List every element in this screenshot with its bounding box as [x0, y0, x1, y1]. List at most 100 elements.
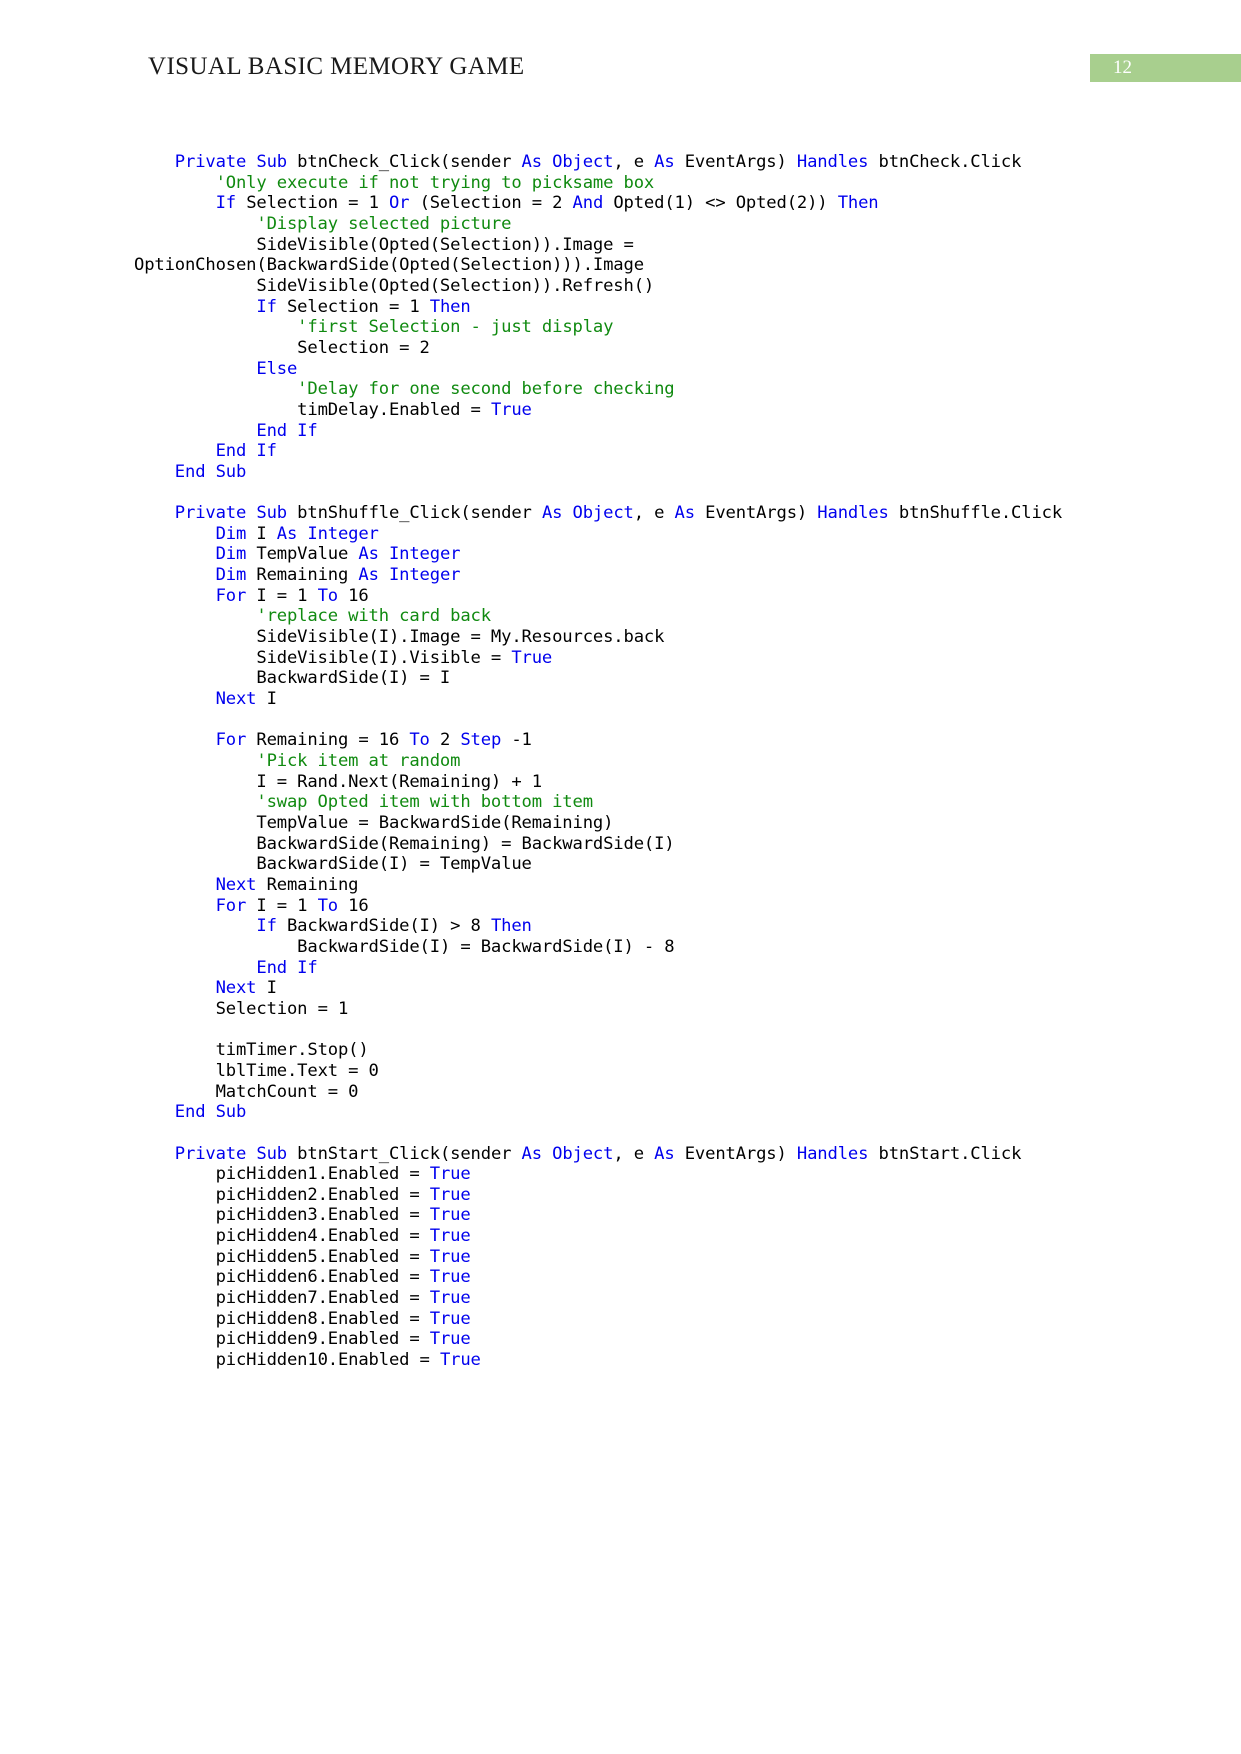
code-line: picHidden8.Enabled = True — [134, 1309, 1134, 1330]
code-line: 'Display selected picture — [134, 214, 1134, 235]
code-token-idn: BackwardSide(I) = I — [134, 668, 451, 689]
code-token-idn: BackwardSide(I) = TempValue — [134, 854, 532, 875]
code-token-idn — [134, 359, 256, 379]
code-token-kw: To — [409, 730, 430, 751]
code-token-idn: btnStart_Click(sender — [286, 1143, 522, 1164]
code-token-kw: True — [429, 1288, 471, 1309]
code-token-idn: 2 — [429, 730, 461, 751]
code-token-cmt: 'Pick item at random — [256, 751, 461, 772]
code-token-kw: For — [215, 730, 247, 751]
code-token-idn — [134, 1144, 175, 1164]
code-token-idn — [134, 379, 297, 399]
code-token-idn — [134, 462, 175, 482]
code-line: For I = 1 To 16 — [134, 896, 1134, 917]
code-token-idn: Remaining — [256, 874, 359, 895]
code-token-kw: End Sub — [174, 1102, 247, 1123]
code-token-cmt: 'replace with card back — [256, 606, 491, 627]
code-line: If Selection = 1 Or (Selection = 2 And O… — [134, 193, 1134, 214]
code-line: 'replace with card back — [134, 606, 1134, 627]
code-token-kw: True — [429, 1329, 471, 1350]
code-token-idn: Selection = 1 — [276, 296, 430, 317]
code-token-kw: Private Sub — [174, 1143, 287, 1164]
code-token-idn — [134, 978, 216, 998]
code-token-kw: As Integer — [358, 544, 461, 565]
code-token-idn — [134, 751, 256, 771]
code-token-kw: Next — [215, 978, 257, 999]
code-line: End If — [134, 958, 1134, 979]
code-line: 'Only execute if not trying to picksame … — [134, 173, 1134, 194]
code-token-idn: SideVisible(Opted(Selection)).Refresh() — [134, 275, 655, 296]
code-token-idn: EventArgs) — [674, 1143, 797, 1164]
code-token-kw: Step — [460, 730, 502, 751]
code-line: BackwardSide(Remaining) = BackwardSide(I… — [134, 834, 1134, 855]
code-line: Else — [134, 359, 1134, 380]
code-token-kw: True — [429, 1184, 471, 1205]
code-token-idn: timDelay.Enabled = — [134, 399, 491, 420]
code-token-idn: BackwardSide(I) = BackwardSide(I) - 8 — [134, 936, 675, 957]
code-line: I = Rand.Next(Remaining) + 1 — [134, 772, 1134, 793]
code-line: 'first Selection - just display — [134, 317, 1134, 338]
code-token-idn: 16 — [337, 585, 369, 606]
code-line: BackwardSide(I) = TempValue — [134, 854, 1134, 875]
code-line: Private Sub btnShuffle_Click(sender As O… — [134, 503, 1134, 524]
code-line: For Remaining = 16 To 2 Step -1 — [134, 730, 1134, 751]
code-token-idn: -1 — [501, 730, 532, 751]
code-token-kw: True — [429, 1246, 471, 1267]
page-number-text: 12 — [1113, 57, 1132, 78]
code-token-idn: picHidden1.Enabled = — [134, 1164, 430, 1185]
code-token-idn: Selection = 1 — [134, 998, 349, 1019]
code-line: BackwardSide(I) = BackwardSide(I) - 8 — [134, 937, 1134, 958]
code-token-idn: TempValue — [246, 544, 359, 565]
code-token-idn — [134, 152, 175, 172]
code-line: picHidden9.Enabled = True — [134, 1329, 1134, 1350]
code-token-kw: As — [654, 152, 675, 172]
code-token-kw: Private Sub — [174, 152, 287, 172]
code-token-cmt: 'Display selected picture — [256, 213, 512, 234]
code-token-idn — [134, 875, 216, 895]
code-token-idn: btnCheck.Click — [868, 152, 1022, 172]
code-token-idn: picHidden4.Enabled = — [134, 1226, 430, 1247]
code-token-idn: I = Rand.Next(Remaining) + 1 — [134, 771, 542, 792]
code-line: Next I — [134, 978, 1134, 999]
code-line: Private Sub btnStart_Click(sender As Obj… — [134, 1144, 1134, 1165]
code-token-idn: btnCheck_Click(sender — [286, 152, 522, 172]
code-token-idn — [134, 297, 256, 317]
code-token-idn: I = 1 — [246, 585, 318, 606]
code-line: BackwardSide(I) = I — [134, 668, 1134, 689]
code-token-idn: btnShuffle.Click — [888, 503, 1063, 524]
code-line: Dim TempValue As Integer — [134, 544, 1134, 565]
code-token-kw: For — [215, 895, 247, 916]
code-line: timTimer.Stop() — [134, 1040, 1134, 1061]
code-line: picHidden4.Enabled = True — [134, 1226, 1134, 1247]
code-token-idn: picHidden3.Enabled = — [134, 1205, 430, 1226]
code-token-idn: picHidden8.Enabled = — [134, 1308, 430, 1329]
code-token-idn — [134, 792, 256, 812]
code-token-kw: To — [317, 585, 339, 606]
page-header: VISUAL BASIC MEMORY GAME 12 — [0, 50, 1241, 94]
code-token-idn: 16 — [337, 895, 369, 916]
code-token-kw: Then — [429, 296, 471, 317]
code-token-kw: For — [215, 585, 247, 606]
code-token-idn: SideVisible(I).Image = My.Resources.back — [134, 627, 665, 648]
code-token-kw: Else — [256, 358, 298, 379]
code-token-kw: If — [215, 193, 237, 214]
code-line: End Sub — [134, 462, 1134, 483]
code-token-idn: picHidden7.Enabled = — [134, 1288, 430, 1309]
code-token-idn: picHidden9.Enabled = — [134, 1329, 430, 1350]
code-token-kw: Next — [215, 689, 257, 710]
code-token-kw: Handles — [796, 152, 869, 172]
code-token-idn: SideVisible(Opted(Selection)).Image = Op… — [134, 234, 644, 276]
code-line: picHidden6.Enabled = True — [134, 1267, 1134, 1288]
code-token-idn: , e — [613, 1143, 655, 1164]
code-token-cmt: 'Delay for one second before checking — [297, 379, 675, 400]
code-token-idn: Remaining — [246, 565, 359, 586]
code-token-idn: Remaining = 16 — [246, 730, 410, 751]
code-line: picHidden2.Enabled = True — [134, 1185, 1134, 1206]
code-token-idn: picHidden10.Enabled = — [134, 1350, 440, 1371]
code-token-idn: Selection = 2 — [134, 337, 430, 358]
code-token-kw: As Object — [521, 152, 614, 172]
code-token-idn: SideVisible(I).Visible = — [134, 647, 512, 668]
code-token-kw: Then — [490, 916, 532, 937]
